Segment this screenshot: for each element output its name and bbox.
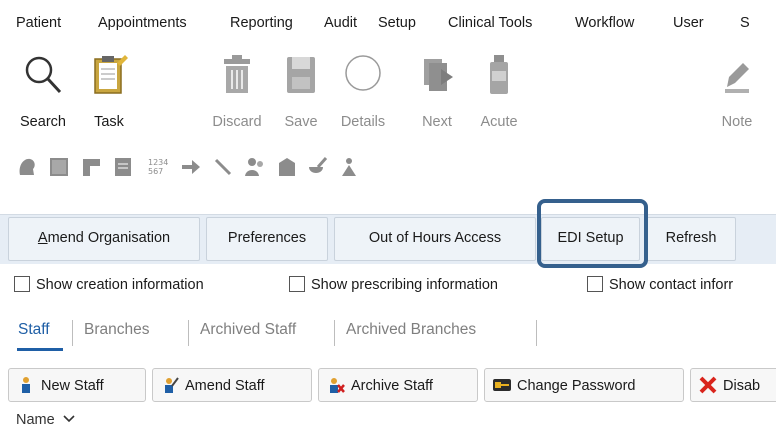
change-password-label: Change Password <box>517 378 636 394</box>
save-tool-label: Save <box>284 114 318 130</box>
acute-tool-label: Acute <box>480 114 518 130</box>
disable-label: Disab <box>723 378 761 394</box>
show-contact-box[interactable] <box>587 276 603 292</box>
clipboard-icon <box>94 55 128 94</box>
next-document-icon <box>424 59 453 91</box>
subtab-divider <box>188 320 189 346</box>
search-tool-label: Search <box>20 114 66 130</box>
person-edit-icon <box>165 377 179 393</box>
discard-tool-button[interactable]: Discard <box>204 44 270 140</box>
task-tool-label: Task <box>94 114 124 130</box>
show-creation-box[interactable] <box>14 276 30 292</box>
tab-refresh[interactable]: Refresh <box>646 217 736 261</box>
menu-audit[interactable]: Audit <box>324 15 357 31</box>
acute-tool-button[interactable]: Acute <box>466 44 532 140</box>
show-contact-label: Show contact inforr <box>609 277 734 293</box>
archive-staff-label: Archive Staff <box>351 378 433 394</box>
red-x-icon <box>699 376 717 394</box>
svg-text:567: 567 <box>148 167 163 176</box>
tab-out-of-hours-access[interactable]: Out of Hours Access <box>334 217 536 261</box>
save-tool-button[interactable]: Save <box>268 44 334 140</box>
next-tool-button[interactable]: Next <box>404 44 470 140</box>
building-icon[interactable] <box>276 155 298 179</box>
trash-icon <box>224 55 250 93</box>
person-archive-icon <box>330 378 345 393</box>
search-tool-button[interactable]: Search <box>10 44 76 140</box>
menu-user[interactable]: User <box>673 15 704 31</box>
amend-staff-label: Amend Staff <box>185 378 265 394</box>
secondary-toolbar: 1234 567 <box>0 146 776 190</box>
circle-icon <box>345 55 381 91</box>
amend-organisation-mnemonic: A <box>37 230 48 246</box>
people-group-icon[interactable] <box>338 155 360 179</box>
medicine-bottle-icon <box>490 55 508 94</box>
change-password-button[interactable]: Change Password <box>484 368 684 402</box>
note-tool-label: Note <box>721 114 753 130</box>
numbers-icon[interactable]: 1234 567 <box>146 155 168 179</box>
edi-setup-highlight <box>537 199 648 268</box>
name-column-header[interactable]: Name <box>16 412 75 428</box>
menu-bar: Patient Appointments Reporting Audit Set… <box>0 0 776 44</box>
subtab-archived-branches[interactable]: Archived Branches <box>346 321 476 339</box>
disable-button[interactable]: Disab <box>690 368 776 402</box>
users-icon[interactable] <box>244 155 266 179</box>
head-profile-icon[interactable] <box>16 155 38 179</box>
menu-setup[interactable]: Setup <box>378 15 416 31</box>
menu-appointments[interactable]: Appointments <box>98 15 187 31</box>
subtab-divider <box>334 320 335 346</box>
menu-reporting[interactable]: Reporting <box>230 15 293 31</box>
show-prescribing-label: Show prescribing information <box>311 277 498 293</box>
flag-icon[interactable] <box>80 155 102 179</box>
task-tool-button[interactable]: Task <box>76 44 142 140</box>
subtab-archived-staff[interactable]: Archived Staff <box>200 321 296 339</box>
menu-clinical-tools[interactable]: Clinical Tools <box>448 15 532 31</box>
staff-subtabs: Staff Branches Archived Staff Archived B… <box>0 315 776 355</box>
show-creation-checkbox[interactable]: Show creation information <box>14 276 204 293</box>
svg-text:1234: 1234 <box>148 158 168 167</box>
tab-preferences[interactable]: Preferences <box>206 217 328 261</box>
new-staff-label: New Staff <box>41 378 104 394</box>
menu-s-truncated[interactable]: S <box>740 15 750 31</box>
pestle-icon[interactable] <box>306 155 328 179</box>
subtab-divider <box>536 320 537 346</box>
organisation-tab-bar: Amend Organisation Preferences Out of Ho… <box>0 214 776 264</box>
name-column-label: Name <box>16 412 55 428</box>
details-tool-button[interactable]: Details <box>330 44 396 140</box>
menu-patient[interactable]: Patient <box>16 15 61 31</box>
show-creation-label: Show creation information <box>36 277 204 293</box>
active-subtab-underline <box>17 348 63 351</box>
archive-staff-button[interactable]: Archive Staff <box>318 368 478 402</box>
grid-block-icon[interactable] <box>48 155 70 179</box>
person-add-icon <box>22 377 30 393</box>
next-tool-label: Next <box>422 114 452 130</box>
display-options: Show creation information Show prescribi… <box>0 270 776 304</box>
amend-staff-button[interactable]: Amend Staff <box>152 368 312 402</box>
subtab-divider <box>72 320 73 346</box>
show-contact-checkbox[interactable]: Show contact inforr <box>587 276 733 293</box>
show-prescribing-box[interactable] <box>289 276 305 292</box>
main-toolbar: Search Task Discard Save Details Next Ac… <box>0 44 776 140</box>
thermometer-icon[interactable] <box>212 155 234 179</box>
details-tool-label: Details <box>340 114 386 130</box>
subtab-staff[interactable]: Staff <box>18 321 50 339</box>
amend-organisation-label: mend Organisation <box>47 230 171 246</box>
staff-action-bar: New Staff Amend Staff Archive Staff Chan… <box>0 366 776 404</box>
note-tool-button[interactable]: Note <box>704 44 770 140</box>
arrow-right-icon[interactable] <box>180 155 202 179</box>
discard-tool-label: Discard <box>212 114 262 130</box>
menu-workflow[interactable]: Workflow <box>575 15 634 31</box>
subtab-branches[interactable]: Branches <box>84 321 149 339</box>
document-icon[interactable] <box>112 155 134 179</box>
magnifier-icon <box>25 56 62 94</box>
new-staff-button[interactable]: New Staff <box>8 368 146 402</box>
chevron-down-icon[interactable] <box>63 414 75 424</box>
key-icon <box>493 379 511 391</box>
floppy-icon <box>287 57 315 93</box>
show-prescribing-checkbox[interactable]: Show prescribing information <box>289 276 498 293</box>
tab-amend-organisation[interactable]: Amend Organisation <box>8 217 200 261</box>
pen-note-icon <box>725 63 749 93</box>
